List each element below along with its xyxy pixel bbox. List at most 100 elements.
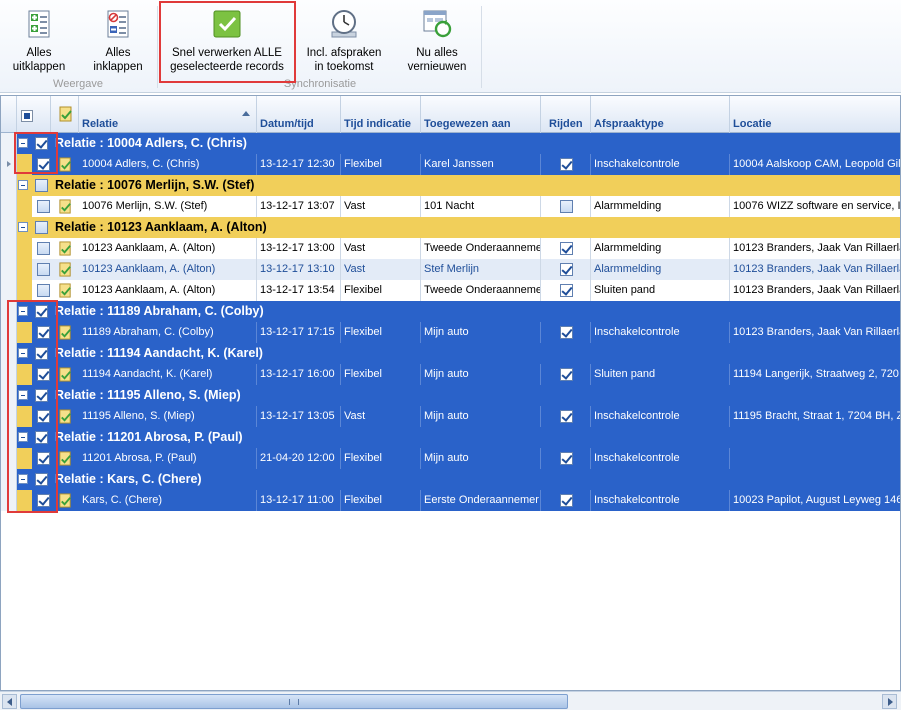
checked-checkbox[interactable] [560, 410, 573, 423]
row-selector[interactable] [1, 196, 17, 217]
scrollbar-thumb[interactable] [20, 694, 568, 709]
document-edit-icon[interactable] [58, 262, 73, 277]
cell-toegewezen: Eerste Onderaannemer [421, 490, 541, 511]
document-edit-icon[interactable] [58, 367, 73, 382]
checked-checkbox[interactable] [560, 263, 573, 276]
cell-relatie: 10123 Aanklaam, A. (Alton) [79, 280, 257, 301]
document-edit-icon[interactable] [58, 451, 73, 466]
appointments-grid: Relatie Datum/tijd Tijd indicatie Toegew… [0, 95, 901, 691]
checked-checkbox[interactable] [560, 326, 573, 339]
cell-datum: 13-12-17 13:54 [257, 280, 341, 301]
row-selector[interactable] [1, 280, 17, 301]
row-selector[interactable] [1, 175, 17, 196]
table-row[interactable]: 11194 Aandacht, K. (Karel) 13-12-17 16:00… [1, 364, 900, 385]
unchecked-checkbox[interactable] [560, 200, 573, 213]
cell-relatie: 10076 Merlijn, S.W. (Stef) [79, 196, 257, 217]
cell-datum: 13-12-17 13:05 [257, 406, 341, 427]
document-edit-icon[interactable] [58, 241, 73, 256]
cell-datum: 13-12-17 11:00 [257, 490, 341, 511]
scroll-left-button[interactable] [2, 694, 17, 709]
table-row[interactable]: 11195 Alleno, S. (Miep) 13-12-17 13:05 Vas… [1, 406, 900, 427]
group-row[interactable]: Relatie : 10123 Aanklaam, A. (Alton) [1, 217, 900, 238]
column-header-rijden[interactable]: Rijden [541, 96, 591, 133]
select-all-checkbox[interactable] [21, 110, 33, 122]
group-row[interactable]: Relatie : Kars, C. (Chere) [1, 469, 900, 490]
column-label-datum: Datum/tijd [260, 118, 314, 130]
table-row[interactable]: 11201 Abrosa, P. (Paul) 21-04-20 12:00 Fle… [1, 448, 900, 469]
checked-checkbox[interactable] [560, 494, 573, 507]
checked-checkbox[interactable] [560, 284, 573, 297]
table-row[interactable]: Kars, C. (Chere) 13-12-17 11:00 Flexibel Ee… [1, 490, 900, 511]
table-row[interactable]: 10123 Aanklaam, A. (Alton) 13-12-17 13:10… [1, 259, 900, 280]
document-edit-icon[interactable] [58, 199, 73, 214]
include-future-button[interactable]: Incl. afspraken in toekomst [300, 4, 388, 76]
group-row[interactable]: Relatie : 11201 Abrosa, P. (Paul) [1, 427, 900, 448]
column-label-locatie: Locatie [733, 118, 772, 130]
cell-afspraaktype: Alarmmelding [591, 196, 730, 217]
cell-rijden [541, 154, 591, 175]
table-row[interactable]: 10004 Adlers, C. (Chris) 13-12-17 12:30 Fl… [1, 154, 900, 175]
scroll-right-button[interactable] [882, 694, 897, 709]
cell-tijd: Flexibel [341, 280, 421, 301]
collapse-icon[interactable] [18, 222, 28, 232]
group-row[interactable]: Relatie : 10004 Adlers, C. (Chris) [1, 133, 900, 154]
collapse-all-label-1: Alles [105, 47, 131, 59]
checked-checkbox[interactable] [560, 158, 573, 171]
cell-tijd: Vast [341, 406, 421, 427]
unchecked-checkbox[interactable] [37, 242, 50, 255]
table-row[interactable]: 10123 Aanklaam, A. (Alton) 13-12-17 13:54… [1, 280, 900, 301]
document-edit-icon[interactable] [58, 409, 73, 424]
expand-all-button[interactable]: Alles uitklappen [4, 4, 74, 76]
horizontal-scrollbar[interactable] [0, 691, 901, 710]
cell-locatie: 10076 WIZZ software en service, I [730, 196, 900, 217]
grid-header: Relatie Datum/tijd Tijd indicatie Toegew… [1, 96, 900, 133]
column-header-relatie[interactable]: Relatie [79, 96, 257, 133]
cell-toegewezen: Stef Merlijn [421, 259, 541, 280]
cell-rijden [541, 490, 591, 511]
unchecked-checkbox[interactable] [37, 200, 50, 213]
row-selector[interactable] [1, 238, 17, 259]
document-edit-icon[interactable] [58, 325, 73, 340]
group-label: Relatie : 11194 Aandacht, K. (Karel) [55, 346, 263, 360]
refresh-all-label-2: vernieuwen [407, 61, 467, 73]
unchecked-checkbox[interactable] [35, 179, 48, 192]
cell-afspraaktype: Inschakelcontrole [591, 154, 730, 175]
column-header-toegewezen[interactable]: Toegewezen aan [421, 96, 541, 133]
cell-relatie: 10123 Aanklaam, A. (Alton) [79, 259, 257, 280]
refresh-all-button[interactable]: Nu alles vernieuwen [398, 4, 476, 76]
cell-afspraaktype: Sluiten pand [591, 280, 730, 301]
checked-checkbox[interactable] [560, 242, 573, 255]
document-edit-icon[interactable] [58, 283, 73, 298]
header-row-selector [1, 96, 17, 133]
checked-checkbox[interactable] [560, 452, 573, 465]
unchecked-checkbox[interactable] [35, 221, 48, 234]
group-row[interactable]: Relatie : 10076 Merlijn, S.W. (Stef) [1, 175, 900, 196]
expand-all-label-1: Alles [26, 47, 52, 59]
row-selector[interactable] [1, 217, 17, 238]
cell-tijd: Flexibel [341, 322, 421, 343]
unchecked-checkbox[interactable] [37, 284, 50, 297]
document-edit-icon[interactable] [58, 493, 73, 508]
column-header-locatie[interactable]: Locatie [730, 96, 900, 133]
table-row[interactable]: 10076 Merlijn, S.W. (Stef) 13-12-17 13:07… [1, 196, 900, 217]
group-label: Relatie : 10004 Adlers, C. (Chris) [55, 136, 247, 150]
group-row[interactable]: Relatie : 11189 Abraham, C. (Colby) [1, 301, 900, 322]
document-edit-icon[interactable] [58, 157, 73, 172]
table-row[interactable]: 10123 Aanklaam, A. (Alton) 13-12-17 13:00… [1, 238, 900, 259]
row-selector[interactable] [1, 259, 17, 280]
collapse-icon[interactable] [18, 180, 28, 190]
refresh-icon [423, 10, 452, 38]
column-header-afspraaktype[interactable]: Afspraaktype [591, 96, 730, 133]
unchecked-checkbox[interactable] [37, 263, 50, 276]
cell-datum: 13-12-17 13:10 [257, 259, 341, 280]
cell-locatie: 10023 Papilot, August Leyweg 146 [730, 490, 900, 511]
collapse-all-button[interactable]: Alles inklappen [84, 4, 152, 76]
checked-checkbox[interactable] [560, 368, 573, 381]
table-row[interactable]: 11189 Abraham, C. (Colby) 13-12-17 17:15 F… [1, 322, 900, 343]
group-row[interactable]: Relatie : 11194 Aandacht, K. (Karel) [1, 343, 900, 364]
column-header-tijd[interactable]: Tijd indicatie [341, 96, 421, 133]
cell-locatie: 10123 Branders, Jaak Van Rillaerla [730, 322, 900, 343]
highlight-box [14, 132, 58, 174]
group-row[interactable]: Relatie : 11195 Alleno, S. (Miep) [1, 385, 900, 406]
column-header-datum[interactable]: Datum/tijd [257, 96, 341, 133]
